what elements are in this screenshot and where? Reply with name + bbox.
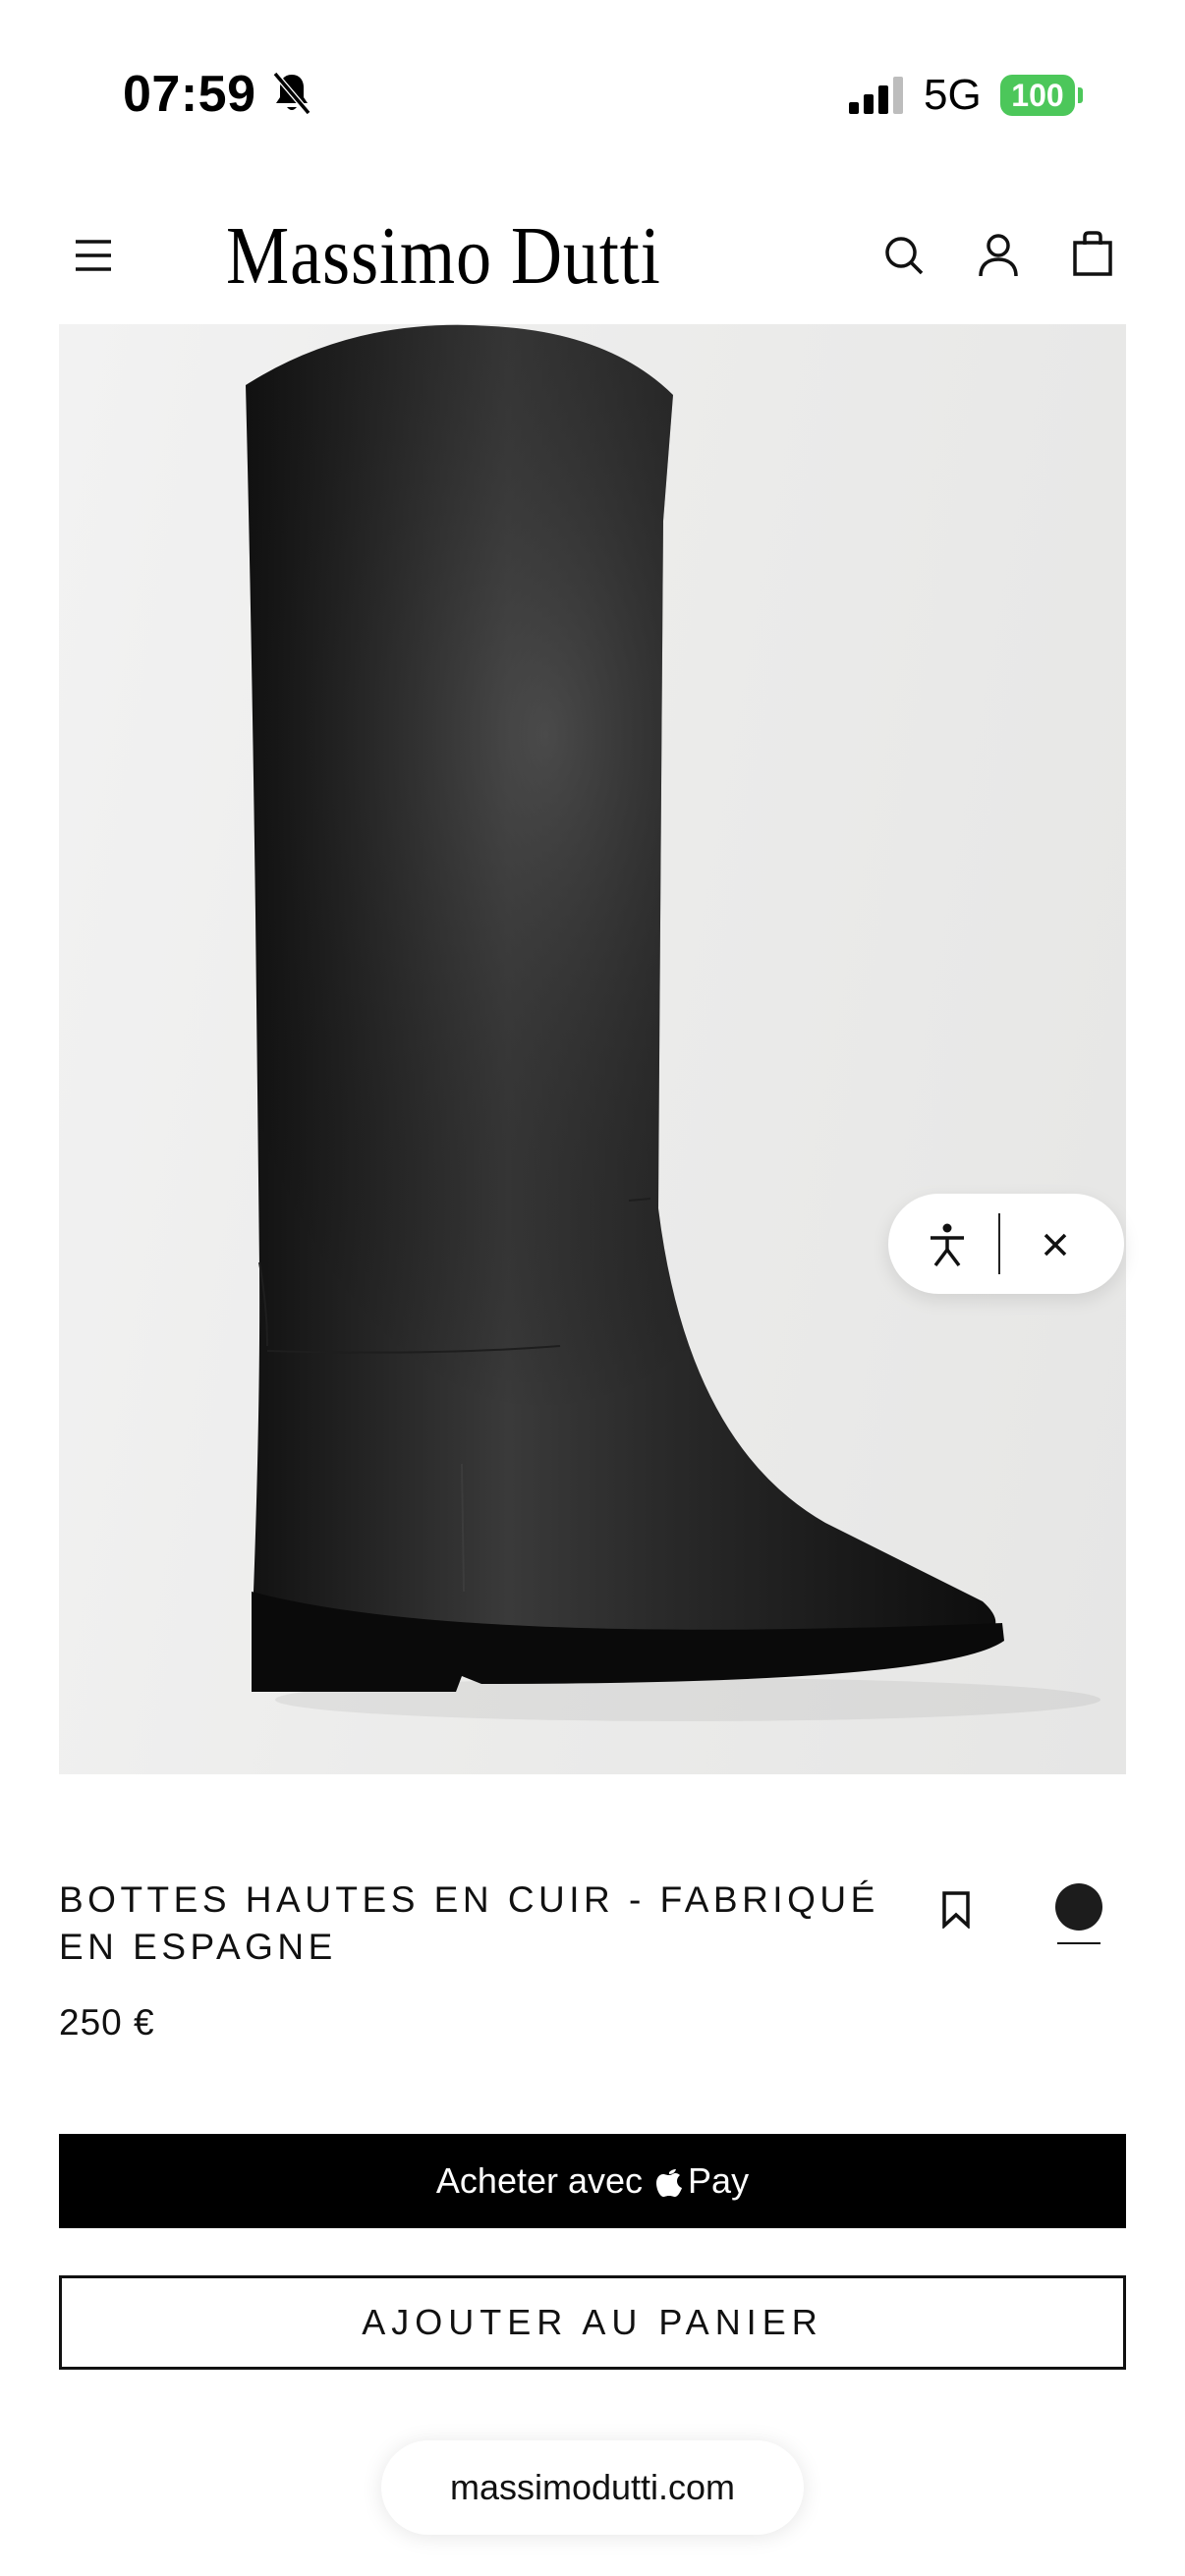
wishlist-button[interactable] bbox=[929, 1882, 984, 1937]
product-image[interactable] bbox=[59, 324, 1126, 1774]
status-bar: 07:59 5G 100 bbox=[0, 0, 1185, 167]
bookmark-icon bbox=[942, 1891, 970, 1929]
accessibility-button[interactable] bbox=[918, 1215, 977, 1274]
battery-tip bbox=[1078, 87, 1083, 103]
apple-pay-suffix: Pay bbox=[688, 2160, 750, 2201]
accessibility-icon bbox=[931, 1223, 964, 1267]
search-button[interactable] bbox=[873, 224, 935, 287]
widget-divider bbox=[998, 1213, 1000, 1274]
accessibility-widget bbox=[888, 1194, 1124, 1294]
signal-icon bbox=[849, 77, 903, 114]
apple-pay-prefix: Acheter avec bbox=[435, 2160, 644, 2201]
battery-icon: 100 bbox=[1000, 75, 1075, 116]
menu-button[interactable] bbox=[59, 226, 128, 285]
shopping-bag-icon bbox=[1073, 231, 1112, 276]
status-time: 07:59 bbox=[123, 66, 256, 123]
network-label: 5G bbox=[924, 71, 982, 119]
product-page: 07:59 5G 100 Massimo Dutti BOTTES HAUTES… bbox=[0, 0, 1185, 2576]
menu-icon bbox=[76, 240, 111, 271]
bell-muted-icon bbox=[272, 72, 311, 115]
boot-illustration bbox=[246, 324, 1100, 1721]
site-header: Massimo Dutti bbox=[0, 187, 1185, 324]
color-swatch-black[interactable] bbox=[1055, 1883, 1102, 1931]
apple-logo-icon bbox=[656, 2169, 683, 2197]
product-title: BOTTES HAUTES EN CUIR - FABRIQUÉ EN ESPA… bbox=[59, 1879, 879, 1967]
close-widget-button[interactable] bbox=[1026, 1215, 1085, 1274]
add-to-cart-button[interactable]: AJOUTER AU PANIER bbox=[59, 2275, 1126, 2370]
product-price: 250 € bbox=[59, 2002, 155, 2043]
shopping-bag-button[interactable] bbox=[1061, 222, 1124, 285]
account-icon bbox=[979, 234, 1018, 277]
close-icon bbox=[1044, 1233, 1067, 1257]
account-button[interactable] bbox=[967, 224, 1030, 287]
apple-pay-button[interactable]: Acheter avec Pay bbox=[59, 2134, 1126, 2228]
browser-url-bar[interactable]: massimodutti.com bbox=[381, 2440, 804, 2535]
brand-logo[interactable]: Massimo Dutti bbox=[226, 208, 661, 304]
search-icon bbox=[885, 237, 924, 275]
selected-color-indicator bbox=[1057, 1942, 1100, 1944]
